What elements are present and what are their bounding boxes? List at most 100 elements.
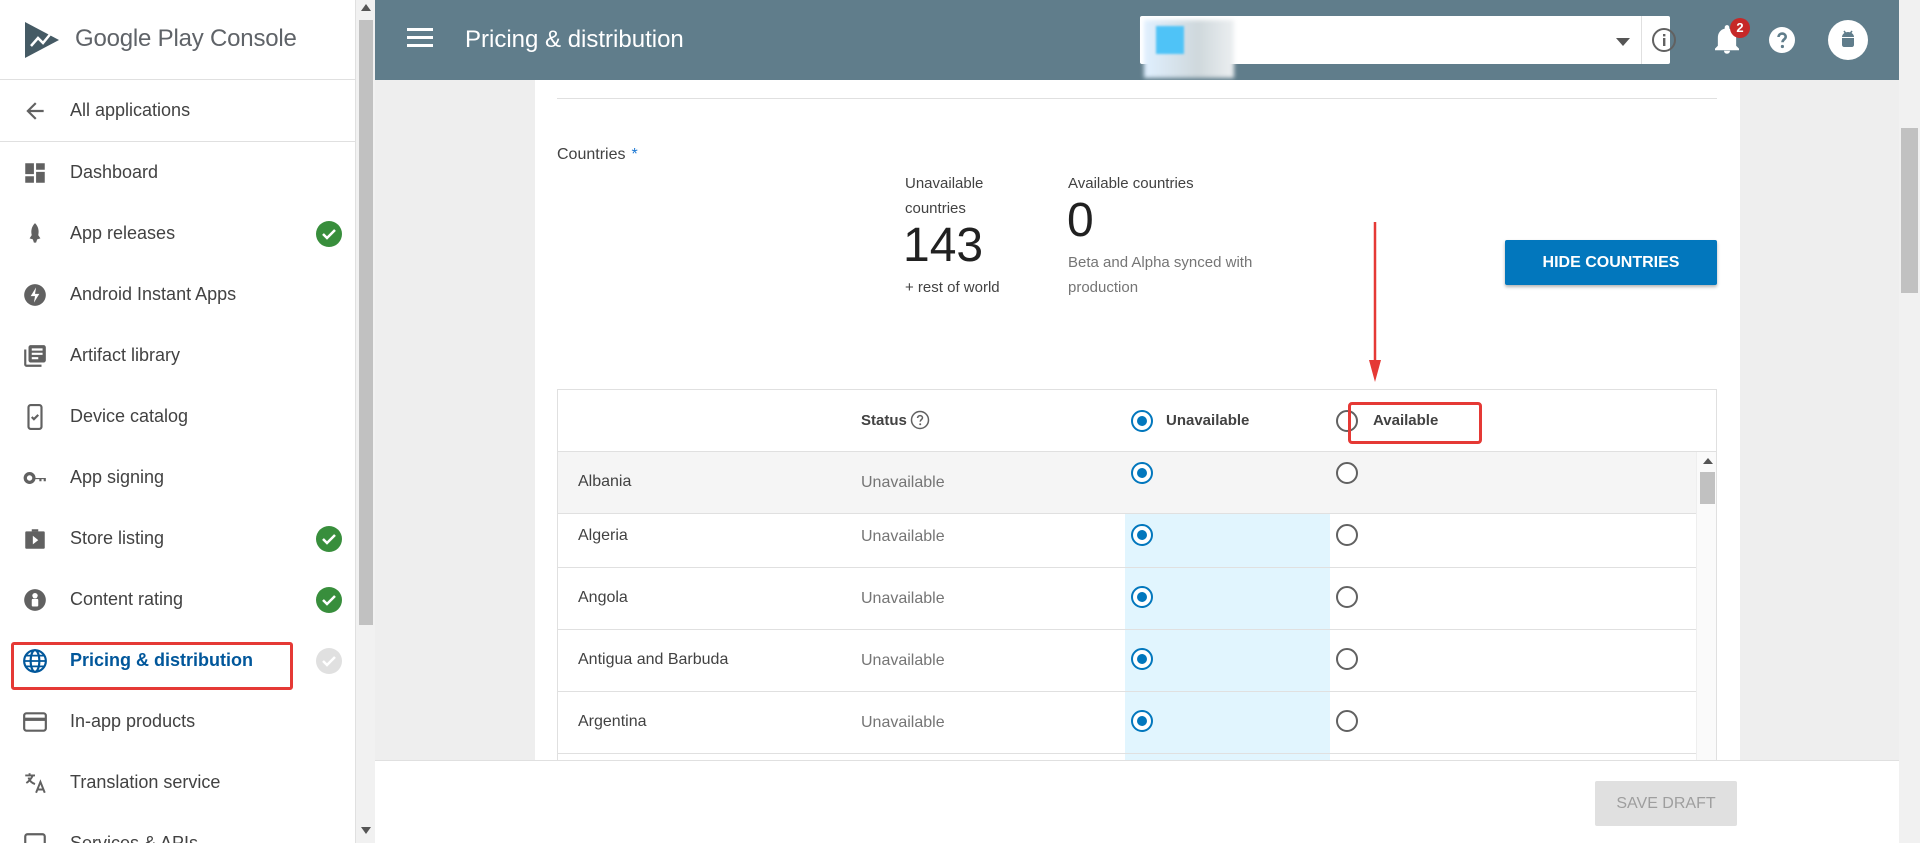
- check-complete-icon: [316, 526, 342, 552]
- sidebar-item-in-app-products[interactable]: In-app products: [0, 691, 355, 752]
- scroll-up-icon[interactable]: [361, 4, 371, 11]
- sidebar-item-app-signing[interactable]: App signing: [0, 447, 355, 508]
- available-sub-line-2: production: [1068, 279, 1139, 296]
- sidebar-item-artifact-library[interactable]: Artifact library: [0, 325, 355, 386]
- unavailable-radio[interactable]: [1131, 462, 1153, 484]
- sidebar-item-dashboard[interactable]: Dashboard: [0, 142, 355, 203]
- check-incomplete-icon: [316, 648, 342, 674]
- unavailable-radio[interactable]: [1131, 586, 1153, 608]
- table-row: Antigua and Barbuda Unavailable: [558, 630, 1696, 692]
- app-selector[interactable]: [1140, 16, 1676, 78]
- help-circle-icon[interactable]: [910, 410, 930, 430]
- all-applications-link[interactable]: All applications: [0, 80, 355, 142]
- available-count: 0: [1067, 194, 1094, 247]
- sidebar-item-label: App releases: [70, 223, 176, 243]
- unavailable-countries-label: Unavailable countries: [905, 171, 983, 221]
- sidebar-item-store-listing[interactable]: Store listing: [0, 508, 355, 569]
- sidebar-item-translation-service[interactable]: Translation service: [0, 752, 355, 813]
- sidebar-item-label: Android Instant Apps: [70, 284, 237, 304]
- card-icon: [23, 712, 47, 732]
- app-root: Google Play Console All applications Das…: [0, 0, 1920, 843]
- table-row: Algeria Unavailable: [558, 506, 1696, 568]
- annotation-highlight-box: [1348, 402, 1482, 444]
- account-avatar[interactable]: [1828, 20, 1868, 60]
- table-row: Albania Unavailable: [558, 452, 1696, 514]
- rocket-icon: [29, 223, 41, 243]
- available-radio[interactable]: [1336, 462, 1358, 484]
- sidebar-item-label: Services & APIs: [70, 833, 199, 843]
- app-icon-blurred-accent: [1156, 26, 1184, 54]
- unavailable-radio[interactable]: [1131, 710, 1153, 732]
- all-applications-label: All applications: [70, 100, 191, 120]
- help-icon[interactable]: [1768, 26, 1796, 54]
- sidebar: Google Play Console All applications Das…: [0, 0, 355, 843]
- available-radio[interactable]: [1336, 586, 1358, 608]
- unavailable-sub: + rest of world: [905, 279, 1000, 296]
- sidebar-item-app-releases[interactable]: App releases: [0, 203, 355, 264]
- country-name: Antigua and Barbuda: [578, 651, 729, 668]
- hide-countries-button[interactable]: HIDE COUNTRIES: [1505, 240, 1717, 285]
- unavailable-radio[interactable]: [1131, 524, 1153, 546]
- chevron-down-icon[interactable]: [1616, 38, 1630, 46]
- available-radio[interactable]: [1336, 648, 1358, 670]
- country-status: Unavailable: [861, 528, 945, 545]
- countries-section-label: Countries *: [557, 146, 638, 164]
- bolt-icon: [24, 284, 46, 306]
- countries-label: Countries: [557, 146, 626, 163]
- arrow-back-icon: [26, 102, 44, 120]
- annotation-arrow: [1369, 222, 1381, 382]
- page-scroll-thumb[interactable]: [1901, 128, 1918, 293]
- rating-icon: [24, 589, 46, 611]
- page-title: Pricing & distribution: [465, 26, 684, 53]
- sidebar-item-label: Device catalog: [70, 406, 189, 426]
- scroll-up-icon[interactable]: [1703, 458, 1713, 464]
- brand-header: Google Play Console: [0, 0, 355, 80]
- key-icon: [23, 472, 46, 484]
- sidebar-item-content-rating[interactable]: Content rating: [0, 569, 355, 630]
- sidebar-item-label: Translation service: [70, 772, 221, 792]
- sidebar-item-label: Dashboard: [70, 162, 159, 182]
- save-draft-button[interactable]: SAVE DRAFT: [1595, 781, 1737, 826]
- unavailable-count: 143: [903, 219, 984, 272]
- table-header: Status Unavailable Available: [558, 390, 1716, 452]
- sidebar-item-device-catalog[interactable]: Device catalog: [0, 386, 355, 447]
- sidebar-item-android-instant-apps[interactable]: Android Instant Apps: [0, 264, 355, 325]
- check-complete-icon: [316, 221, 342, 247]
- sidebar-scrollbar[interactable]: [355, 0, 375, 843]
- page-scrollbar[interactable]: [1899, 0, 1920, 843]
- dashboard-icon: [25, 163, 45, 183]
- unavailable-label-line-1: Unavailable: [905, 175, 984, 192]
- services-icon: [24, 833, 46, 843]
- footer-bar: SAVE DRAFT: [375, 760, 1899, 843]
- sidebar-item-services-apis[interactable]: Services & APIs: [0, 813, 355, 843]
- menu-icon[interactable]: [407, 28, 433, 48]
- sidebar-scroll-thumb[interactable]: [359, 20, 373, 625]
- unavailable-column-label: Unavailable: [1166, 412, 1250, 429]
- android-icon: [1842, 30, 1854, 47]
- store-icon: [25, 529, 45, 549]
- sidebar-item-label: Store listing: [70, 528, 165, 548]
- check-complete-icon: [316, 587, 342, 613]
- brand-name: Google Play Console: [75, 25, 297, 52]
- annotation-highlight-box: [11, 642, 293, 690]
- country-status: Unavailable: [861, 590, 945, 607]
- status-header: Status: [861, 412, 907, 429]
- top-app-bar: Pricing & distribution 2: [375, 0, 1899, 80]
- country-name: Albania: [578, 473, 632, 490]
- country-status: Unavailable: [861, 474, 945, 491]
- country-name: Angola: [578, 589, 628, 606]
- select-all-unavailable-radio[interactable]: [1131, 410, 1153, 432]
- selector-divider: [1641, 16, 1642, 64]
- library-icon: [24, 345, 46, 367]
- available-sub-line-1: Beta and Alpha synced with: [1068, 254, 1253, 271]
- info-icon[interactable]: [1651, 27, 1677, 53]
- country-name: Argentina: [578, 713, 647, 730]
- country-status: Unavailable: [861, 714, 945, 731]
- table-scroll-thumb[interactable]: [1700, 472, 1715, 504]
- unavailable-radio[interactable]: [1131, 648, 1153, 670]
- sidebar-item-label: In-app products: [70, 711, 196, 731]
- required-mark: *: [631, 146, 638, 163]
- scroll-down-icon[interactable]: [361, 827, 371, 834]
- available-radio[interactable]: [1336, 710, 1358, 732]
- available-radio[interactable]: [1336, 524, 1358, 546]
